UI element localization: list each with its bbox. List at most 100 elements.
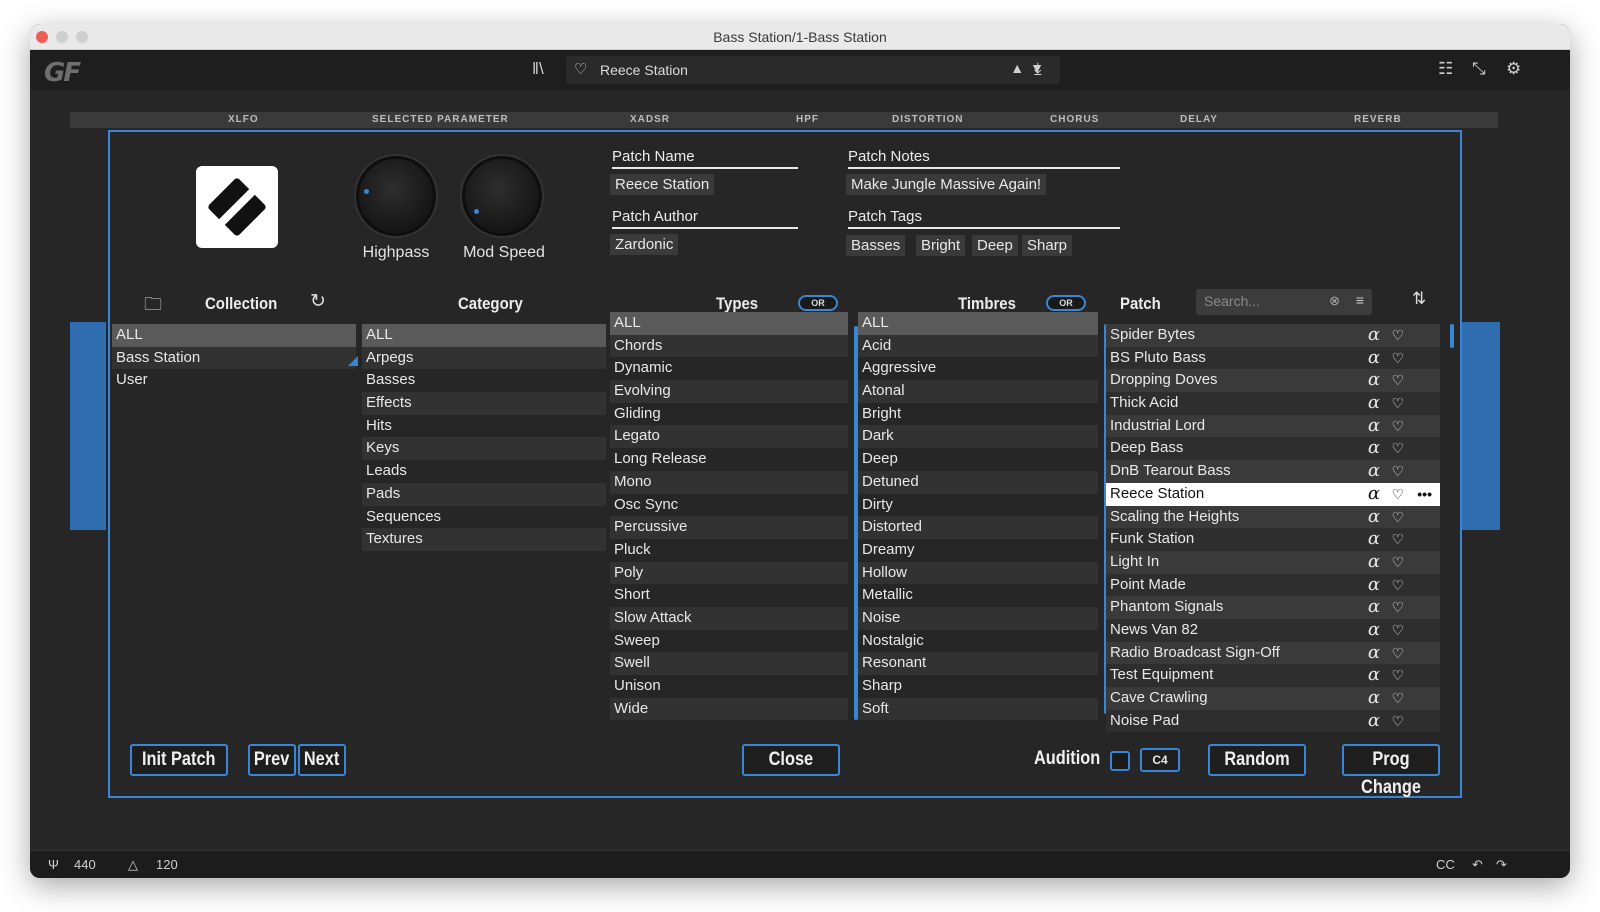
timbres-item[interactable]: Noise <box>858 606 1098 630</box>
timbres-item[interactable]: Resonant <box>858 652 1098 675</box>
types-item[interactable]: Dynamic <box>610 357 848 380</box>
patch-row[interactable]: Point Made α ♡ <box>1106 573 1440 597</box>
next-button[interactable]: Next <box>298 744 346 776</box>
heart-icon[interactable]: ♡ <box>1391 460 1404 483</box>
types-item[interactable]: ALL <box>610 312 848 335</box>
patch-row[interactable]: Industrial Lord α ♡ <box>1106 414 1440 438</box>
collection-item[interactable]: ALL <box>112 324 356 347</box>
close-button[interactable]: Close <box>742 744 840 776</box>
types-or-toggle[interactable]: OR <box>798 295 838 311</box>
types-item[interactable]: Chords <box>610 334 848 358</box>
timbres-or-toggle[interactable]: OR <box>1046 295 1086 311</box>
heart-icon[interactable]: ♡ <box>1391 415 1404 438</box>
patch-row[interactable]: Spider Bytes α ♡ <box>1106 324 1440 347</box>
tuning-value[interactable]: 440 <box>74 857 96 872</box>
patch-row[interactable]: Noise Pad α ♡ <box>1106 709 1440 733</box>
category-item[interactable]: Textures <box>362 528 606 551</box>
preset-selector[interactable]: ♡ Reece Station ▲▼ <box>566 56 1060 84</box>
tempo-value[interactable]: 120 <box>156 857 178 872</box>
menu-icon[interactable]: ≡ <box>1356 292 1364 308</box>
heart-icon[interactable]: ♡ <box>1391 596 1404 619</box>
patch-row[interactable]: Test Equipment α ♡ <box>1106 664 1440 687</box>
timbres-item[interactable]: Distorted <box>858 516 1098 539</box>
audition-note-field[interactable]: C4 <box>1140 748 1180 772</box>
category-item[interactable]: Pads <box>362 482 606 506</box>
types-item[interactable]: Short <box>610 584 848 607</box>
timbres-item[interactable]: Atonal <box>858 380 1098 403</box>
redo-icon[interactable]: ↷ <box>1496 857 1507 873</box>
patch-row[interactable]: Light In α ♡ <box>1106 550 1440 574</box>
gear-icon[interactable]: ⚙ <box>1506 59 1521 79</box>
prog-change-button[interactable]: Prog Change <box>1342 744 1440 798</box>
mod-speed-knob[interactable] <box>462 156 542 236</box>
patch-row[interactable]: Phantom Signals α ♡ <box>1106 596 1440 619</box>
download-icon[interactable]: ⤓ <box>1034 59 1042 79</box>
heart-icon[interactable]: ♡ <box>1391 664 1404 687</box>
refresh-icon[interactable]: ↻ <box>310 290 326 313</box>
heart-icon[interactable]: ♡ <box>1391 369 1404 392</box>
heart-icon[interactable]: ♡ <box>574 60 587 78</box>
patch-scrollbar[interactable] <box>1450 324 1454 348</box>
heart-icon[interactable]: ♡ <box>1391 437 1404 460</box>
types-item[interactable]: Evolving <box>610 380 848 403</box>
folder-icon[interactable]: 🗀 <box>144 292 162 322</box>
heart-icon[interactable]: ♡ <box>1391 642 1404 665</box>
types-item[interactable]: Swell <box>610 652 848 675</box>
timbres-item[interactable]: Sharp <box>858 675 1098 698</box>
types-item[interactable]: Sweep <box>610 630 848 653</box>
category-item[interactable]: Basses <box>362 369 606 392</box>
collection-item[interactable]: Bass Station <box>112 346 356 370</box>
heart-icon[interactable]: ♡ <box>1391 619 1404 642</box>
patch-row[interactable]: Cave Crawling α ♡ <box>1106 687 1440 710</box>
timbres-item[interactable]: Bright <box>858 403 1098 426</box>
patch-name-field[interactable]: Reece Station <box>610 174 715 195</box>
heart-icon[interactable]: ♡ <box>1391 551 1404 574</box>
search-input[interactable]: Search... ⊗ ≡ <box>1196 289 1372 315</box>
category-item[interactable]: Leads <box>362 460 606 483</box>
tag-chip[interactable]: Sharp <box>1022 235 1073 256</box>
heart-icon[interactable]: ♡ <box>1391 574 1404 597</box>
keyboard-icon[interactable]: ☷ <box>1438 59 1453 79</box>
patch-row[interactable]: Radio Broadcast Sign-Off α ♡ <box>1106 641 1440 665</box>
library-icon[interactable]: ‖\ <box>532 59 544 79</box>
types-item[interactable]: Gliding <box>610 403 848 426</box>
collapse-icon[interactable]: ⤡ <box>1472 59 1486 79</box>
timbres-item[interactable]: ALL <box>858 312 1098 335</box>
category-item[interactable]: ALL <box>362 324 606 347</box>
types-item[interactable]: Unison <box>610 675 848 698</box>
types-item[interactable]: Osc Sync <box>610 494 848 517</box>
patch-row[interactable]: BS Pluto Bass α ♡ <box>1106 346 1440 370</box>
timbres-scrollbar[interactable] <box>854 326 858 720</box>
patch-row[interactable]: Reece Station α ♡ ••• <box>1106 482 1440 506</box>
clear-search-icon[interactable]: ⊗ <box>1329 293 1340 309</box>
patch-row[interactable]: Scaling the Heights α ♡ <box>1106 505 1440 529</box>
more-options-icon[interactable]: ••• <box>1417 483 1432 506</box>
timbres-item[interactable]: Dreamy <box>858 539 1098 562</box>
timbres-item[interactable]: Aggressive <box>858 357 1098 380</box>
types-item[interactable]: Poly <box>610 561 848 585</box>
types-item[interactable]: Pluck <box>610 539 848 562</box>
patch-row[interactable]: Dropping Doves α ♡ <box>1106 369 1440 393</box>
heart-icon[interactable]: ♡ <box>1391 324 1404 347</box>
patch-row[interactable]: DnB Tearout Bass α ♡ <box>1106 460 1440 483</box>
patch-row[interactable]: Thick Acid α ♡ <box>1106 392 1440 415</box>
prev-button[interactable]: Prev <box>248 744 296 776</box>
heart-icon[interactable]: ♡ <box>1391 483 1404 506</box>
types-item[interactable]: Slow Attack <box>610 606 848 630</box>
patch-notes-field[interactable]: Make Jungle Massive Again! <box>846 174 1047 195</box>
patch-row[interactable]: News Van 82 α ♡ <box>1106 618 1440 642</box>
heart-icon[interactable]: ♡ <box>1391 687 1404 710</box>
timbres-item[interactable]: Hollow <box>858 561 1098 585</box>
timbres-item[interactable]: Metallic <box>858 584 1098 607</box>
resize-corner-icon[interactable] <box>348 356 358 366</box>
timbres-item[interactable]: Nostalgic <box>858 630 1098 653</box>
preset-prev-next-icon[interactable]: ▲▼ <box>1010 60 1050 76</box>
timbres-item[interactable]: Acid <box>858 334 1098 358</box>
timbres-item[interactable]: Dark <box>858 425 1098 449</box>
random-button[interactable]: Random <box>1208 744 1306 776</box>
tag-chip[interactable]: Deep <box>972 235 1018 256</box>
heart-icon[interactable]: ♡ <box>1391 506 1404 529</box>
category-item[interactable]: Sequences <box>362 506 606 529</box>
category-item[interactable]: Effects <box>362 392 606 415</box>
types-item[interactable]: Wide <box>610 697 848 721</box>
